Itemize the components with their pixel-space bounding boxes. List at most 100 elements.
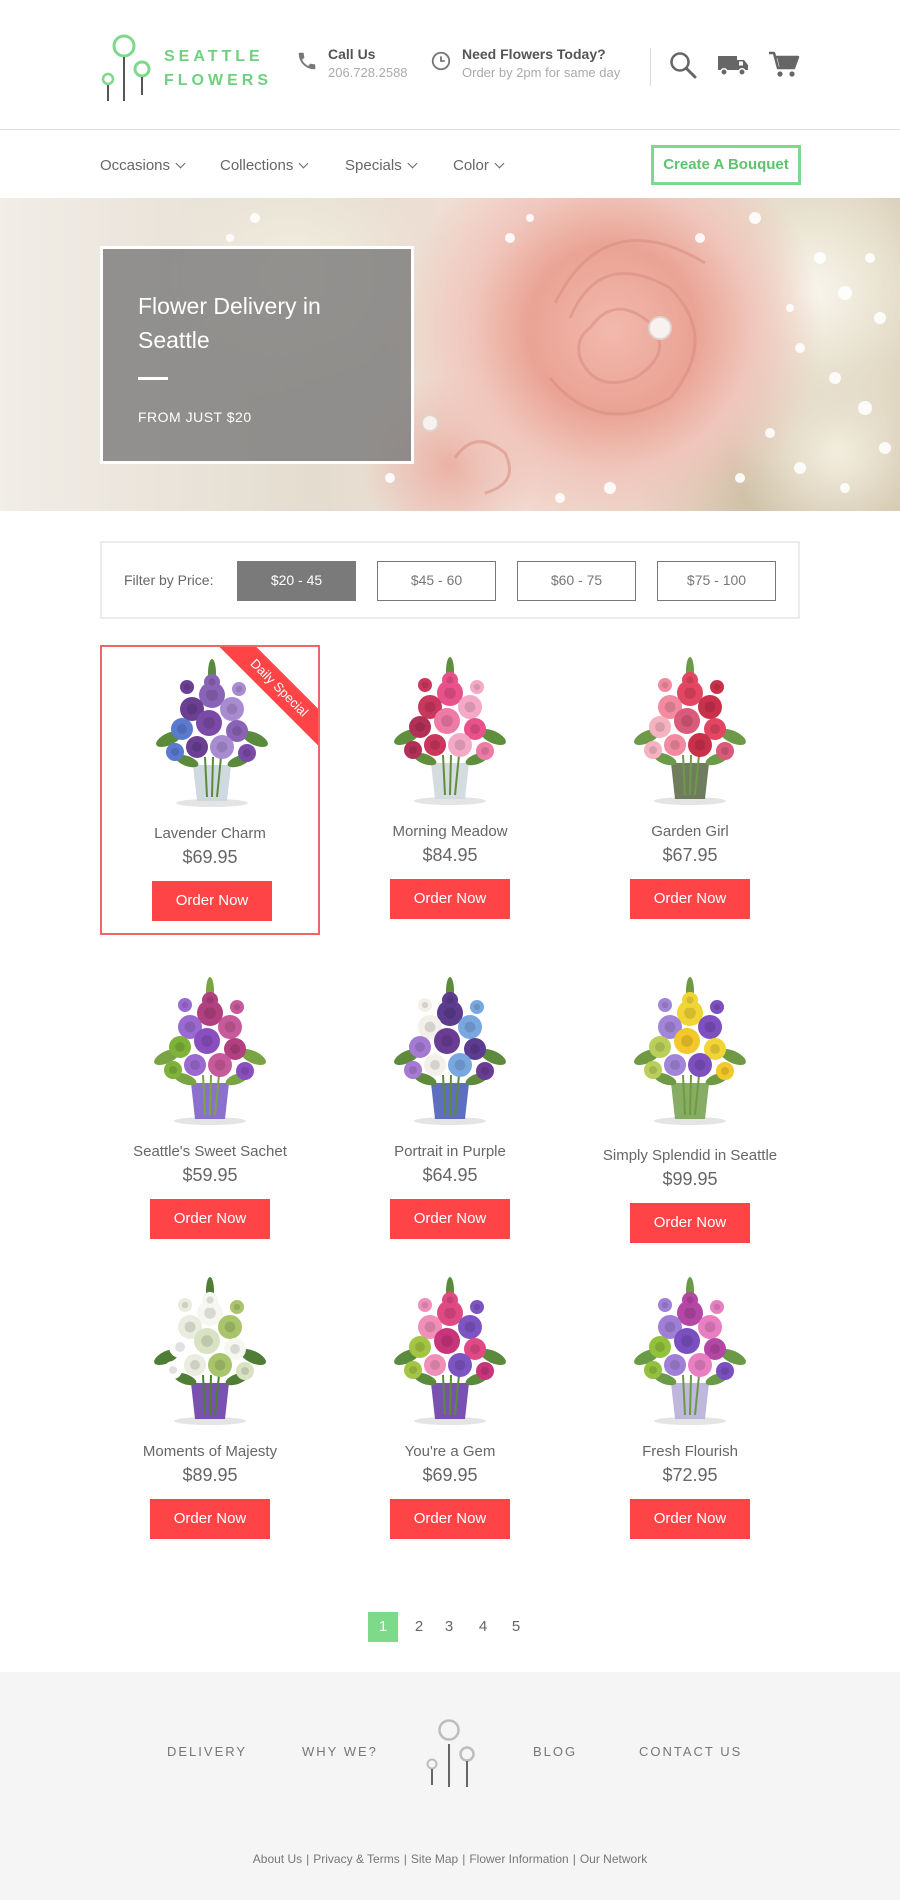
product-name[interactable]: Simply Splendid in Seattle (580, 1147, 800, 1164)
clock-icon (431, 51, 451, 71)
product-image[interactable] (625, 1275, 755, 1425)
brand-logo[interactable]: SEATTLE FLOWERS (100, 33, 270, 103)
call-us-block[interactable]: Call Us 206.728.2588 (296, 46, 426, 86)
same-day-subtitle: Order by 2pm for same day (462, 65, 621, 80)
hero-subtitle: FROM JUST $20 (138, 409, 252, 425)
price-filter: Filter by Price: $20 - 45 $45 - 60 $60 -… (100, 541, 800, 619)
product-name[interactable]: Seattle's Sweet Sachet (100, 1143, 320, 1160)
order-now-button[interactable]: Order Now (390, 879, 510, 919)
logo-flower-icon (101, 34, 151, 101)
product-card[interactable]: Fresh Flourish $72.95 Order Now (580, 1265, 800, 1555)
product-price: $59.95 (182, 1165, 238, 1185)
product-card[interactable]: Morning Meadow $84.95 Order Now (340, 645, 560, 935)
order-now-button[interactable]: Order Now (390, 1499, 510, 1539)
search-icon[interactable] (668, 50, 702, 82)
footer-bottom-links: About Us | Privacy & Terms | Site Map | Flower… (0, 1852, 900, 1866)
hero-title: Flower Delivery in Seattle (138, 293, 321, 353)
product-price: $67.95 (662, 845, 718, 865)
product-name[interactable]: Fresh Flourish (580, 1443, 800, 1460)
product-name[interactable]: Portrait in Purple (340, 1143, 560, 1160)
page-5[interactable]: 5 (501, 1612, 531, 1642)
footer-separator: | (306, 1852, 310, 1866)
nav-color[interactable]: Color (453, 157, 505, 174)
daily-special-badge: Daily Special (218, 647, 318, 747)
site-footer: DELIVERY WHY WE? BLOG CONTACT US About U… (0, 1672, 900, 1900)
footer-flower-information-link[interactable]: Flower Information (469, 1852, 568, 1866)
call-us-phone[interactable]: 206.728.2588 (328, 65, 408, 80)
product-price: $69.95 (422, 1465, 478, 1485)
same-day-title: Need Flowers Today? (462, 46, 606, 62)
main-nav: Occasions Collections Specials Color Cre… (0, 130, 900, 198)
footer-link-delivery[interactable]: DELIVERY (167, 1744, 247, 1759)
product-image[interactable] (625, 655, 755, 805)
nav-occasions[interactable]: Occasions (100, 157, 186, 174)
create-bouquet-button[interactable]: Create A Bouquet (651, 145, 801, 185)
product-card[interactable]: Daily Special Lavender Charm $69.95 Order N… (100, 645, 320, 935)
hero-banner: Flower Delivery in Seattle FROM JUST $20 (0, 198, 900, 511)
product-card[interactable]: Portrait in Purple $64.95 Order Now (340, 965, 560, 1255)
page-2[interactable]: 2 (404, 1612, 434, 1642)
page-1[interactable]: 1 (368, 1612, 398, 1642)
order-now-button[interactable]: Order Now (152, 881, 272, 921)
footer-link-why-we[interactable]: WHY WE? (302, 1744, 378, 1759)
same-day-block: Need Flowers Today? Order by 2pm for sam… (430, 46, 650, 86)
footer-privacy-terms-link[interactable]: Privacy & Terms (313, 1852, 399, 1866)
product-card[interactable]: Garden Girl $67.95 Order Now (580, 645, 800, 935)
product-card[interactable]: Moments of Majesty $89.95 Order Now (100, 1265, 320, 1555)
product-name[interactable]: Morning Meadow (340, 823, 560, 840)
footer-link-contact-us[interactable]: CONTACT US (639, 1744, 742, 1759)
page-3[interactable]: 3 (434, 1612, 464, 1642)
phone-icon (298, 52, 316, 70)
product-image[interactable] (145, 1275, 275, 1425)
chevron-down-icon (407, 158, 418, 169)
product-price: $99.95 (662, 1169, 718, 1189)
order-now-button[interactable]: Order Now (150, 1499, 270, 1539)
cart-icon[interactable] (768, 50, 802, 82)
nav-collections[interactable]: Collections (220, 157, 309, 174)
header-divider (650, 48, 651, 86)
order-now-button[interactable]: Order Now (150, 1199, 270, 1239)
chevron-down-icon (494, 158, 505, 169)
order-now-button[interactable]: Order Now (630, 1203, 750, 1243)
product-image[interactable] (145, 975, 275, 1125)
brand-wordmark: SEATTLE FLOWERS (164, 45, 272, 93)
product-price: $84.95 (422, 845, 478, 865)
product-name[interactable]: Moments of Majesty (100, 1443, 320, 1460)
delivery-truck-icon[interactable] (716, 50, 752, 82)
order-now-button[interactable]: Order Now (630, 879, 750, 919)
product-image[interactable] (385, 975, 515, 1125)
page-4[interactable]: 4 (468, 1612, 498, 1642)
product-card[interactable]: Simply Splendid in Seattle $99.95 Order No… (580, 965, 800, 1255)
nav-specials[interactable]: Specials (345, 157, 418, 174)
product-name[interactable]: Lavender Charm (102, 825, 318, 842)
footer-separator: | (572, 1852, 576, 1866)
footer-link-blog[interactable]: BLOG (533, 1744, 577, 1759)
footer-site-map-link[interactable]: Site Map (411, 1852, 458, 1866)
product-card[interactable]: Seattle's Sweet Sachet $59.95 Order Now (100, 965, 320, 1255)
order-now-button[interactable]: Order Now (630, 1499, 750, 1539)
hero-card: Flower Delivery in Seattle FROM JUST $20 (100, 246, 414, 464)
price-filter-option-45-60[interactable]: $45 - 60 (377, 561, 496, 601)
order-now-button[interactable]: Order Now (390, 1199, 510, 1239)
footer-separator: | (462, 1852, 466, 1866)
chevron-down-icon (175, 158, 186, 169)
product-name[interactable]: You're a Gem (340, 1443, 560, 1460)
product-card[interactable]: You're a Gem $69.95 Order Now (340, 1265, 560, 1555)
footer-logo-icon[interactable] (425, 1719, 477, 1789)
product-name[interactable]: Garden Girl (580, 823, 800, 840)
daily-special-ribbon: Daily Special (218, 647, 318, 747)
footer-our-network-link[interactable]: Our Network (580, 1852, 647, 1866)
call-us-title: Call Us (328, 46, 376, 62)
nav-occasions-label: Occasions (100, 157, 171, 174)
product-price: $69.95 (182, 847, 238, 867)
footer-about-us-link[interactable]: About Us (253, 1852, 302, 1866)
price-filter-option-20-45[interactable]: $20 - 45 (237, 561, 356, 601)
product-image[interactable] (625, 975, 755, 1125)
product-image[interactable] (385, 655, 515, 805)
price-filter-option-60-75[interactable]: $60 - 75 (517, 561, 636, 601)
price-filter-label: Filter by Price: (124, 572, 214, 588)
nav-color-label: Color (453, 157, 489, 174)
price-filter-option-75-100[interactable]: $75 - 100 (657, 561, 776, 601)
product-image[interactable] (385, 1275, 515, 1425)
nav-collections-label: Collections (220, 157, 294, 174)
